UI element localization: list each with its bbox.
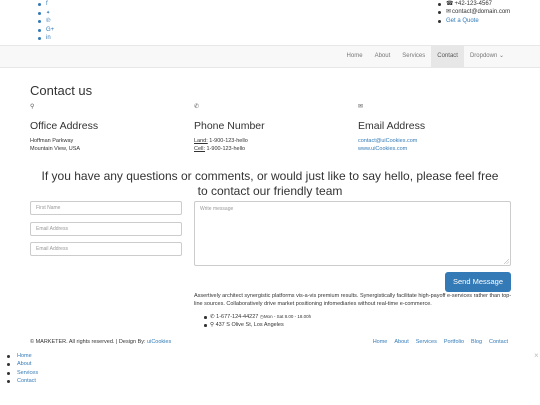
phone-icon: ☎ bbox=[446, 1, 454, 7]
office-address-title: Office Address bbox=[30, 120, 99, 132]
social-links: f ✦ ℗ G+ in bbox=[38, 0, 54, 43]
email-link[interactable]: contact@uiCookies.com bbox=[358, 137, 425, 145]
email-address-title: Email Address bbox=[358, 120, 426, 132]
footer-contact[interactable]: Contact bbox=[489, 339, 508, 345]
phone-number-title: Phone Number bbox=[194, 120, 265, 132]
info-phone: ✆ 1-677-124-44227 ◷Mon - Sat 8.00 - 18.0… bbox=[204, 313, 311, 321]
designer-link[interactable]: uiCookies bbox=[147, 339, 171, 345]
nav-contact[interactable]: Contact bbox=[431, 46, 464, 67]
map-marker-icon: ⚲ bbox=[30, 104, 35, 110]
top-contact-list: ☎+42-123-4567 ✉contact@domain.com Get a … bbox=[438, 0, 510, 25]
footer-nav: Home About Services Portfolio Blog Conta… bbox=[373, 339, 508, 345]
footer-about[interactable]: About bbox=[394, 339, 408, 345]
first-name-input[interactable]: First Name bbox=[30, 201, 182, 215]
land-line: Land: 1-900-123-hello bbox=[194, 138, 248, 144]
mobile-home[interactable]: Home bbox=[7, 352, 38, 360]
resize-handle[interactable] bbox=[504, 259, 509, 264]
main-nav: Home About Services Contact Dropdown ⌄ bbox=[341, 46, 510, 67]
footer-services[interactable]: Services bbox=[416, 339, 437, 345]
office-line1: Hoffman Parkway bbox=[30, 138, 74, 144]
get-quote-link[interactable]: Get a Quote bbox=[438, 17, 510, 25]
footer-portfolio[interactable]: Portfolio bbox=[444, 339, 464, 345]
mobile-about[interactable]: About bbox=[7, 360, 38, 368]
google-plus-icon[interactable]: G+ bbox=[38, 26, 54, 35]
top-bar: f ✦ ℗ G+ in ☎+42-123-4567 ✉contact@domai… bbox=[0, 0, 540, 45]
close-icon[interactable]: × bbox=[534, 351, 539, 360]
info-address: ⚲ 437 S Olive St, Los Angeles bbox=[204, 321, 311, 329]
mobile-menu: Home About Services Contact bbox=[7, 352, 38, 386]
top-phone: ☎+42-123-4567 bbox=[438, 0, 510, 8]
nav-dropdown[interactable]: Dropdown ⌄ bbox=[464, 46, 510, 67]
info-description: Assertively architect synergistic platfo… bbox=[194, 293, 512, 308]
send-message-button[interactable]: Send Message bbox=[445, 272, 511, 292]
envelope-icon: ✉ bbox=[446, 9, 452, 16]
navbar: Home About Services Contact Dropdown ⌄ bbox=[0, 45, 540, 68]
office-address-column: ⚲ Office Address Hoffman Parkway Mountai… bbox=[30, 103, 98, 154]
contact-tagline: If you have any questions or comments, o… bbox=[41, 169, 499, 198]
linkedin-icon[interactable]: in bbox=[38, 34, 54, 43]
nav-about[interactable]: About bbox=[369, 46, 397, 67]
phone-icon: ✆ bbox=[194, 104, 200, 110]
message-textarea[interactable]: Write message bbox=[194, 201, 511, 266]
page-title: Contact us bbox=[30, 83, 93, 98]
envelope-icon: ✉ bbox=[358, 104, 364, 110]
copyright: © MARKETER. All rights reserved. | Desig… bbox=[30, 339, 172, 345]
top-email: ✉contact@domain.com bbox=[438, 8, 510, 16]
mobile-services[interactable]: Services bbox=[7, 369, 38, 377]
nav-home[interactable]: Home bbox=[341, 46, 369, 67]
facebook-icon[interactable]: f bbox=[38, 0, 54, 9]
website-link[interactable]: www.uiCookies.com bbox=[358, 145, 425, 153]
footer-home[interactable]: Home bbox=[373, 339, 388, 345]
email-input[interactable]: Email Address bbox=[30, 222, 182, 236]
office-line2: Mountain View, USA bbox=[30, 146, 81, 153]
info-list: ✆ 1-677-124-44227 ◷Mon - Sat 8.00 - 18.0… bbox=[204, 313, 311, 329]
map-marker-icon: ⚲ bbox=[210, 322, 215, 328]
cell-line: Cell: 1-900-123-hello bbox=[194, 146, 246, 153]
message-placeholder: Write message bbox=[200, 206, 234, 212]
nav-services[interactable]: Services bbox=[396, 46, 431, 67]
email-column: ✉ Email Address contact@uiCookies.com ww… bbox=[358, 103, 425, 154]
pinterest-icon[interactable]: ℗ bbox=[38, 17, 54, 26]
phone-column: ✆ Phone Number Land: 1-900-123-hello Cel… bbox=[194, 103, 265, 154]
mobile-contact[interactable]: Contact bbox=[7, 377, 38, 385]
twitter-icon[interactable]: ✦ bbox=[38, 9, 54, 18]
phone-icon: ✆ bbox=[210, 314, 215, 320]
email-input-2[interactable]: Email Address bbox=[30, 242, 182, 256]
footer-blog[interactable]: Blog bbox=[471, 339, 482, 345]
